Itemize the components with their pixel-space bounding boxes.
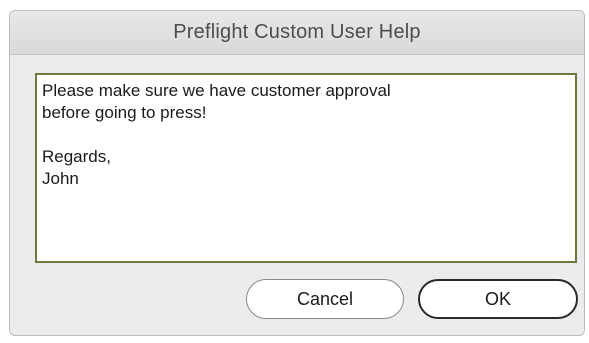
- dialog-title: Preflight Custom User Help: [173, 21, 421, 43]
- cancel-button[interactable]: Cancel: [246, 279, 404, 319]
- message-text-area[interactable]: Please make sure we have customer approv…: [35, 73, 577, 263]
- preflight-help-dialog: Preflight Custom User Help Please make s…: [9, 10, 585, 336]
- ok-button[interactable]: OK: [418, 279, 578, 319]
- dialog-titlebar[interactable]: Preflight Custom User Help: [10, 11, 584, 55]
